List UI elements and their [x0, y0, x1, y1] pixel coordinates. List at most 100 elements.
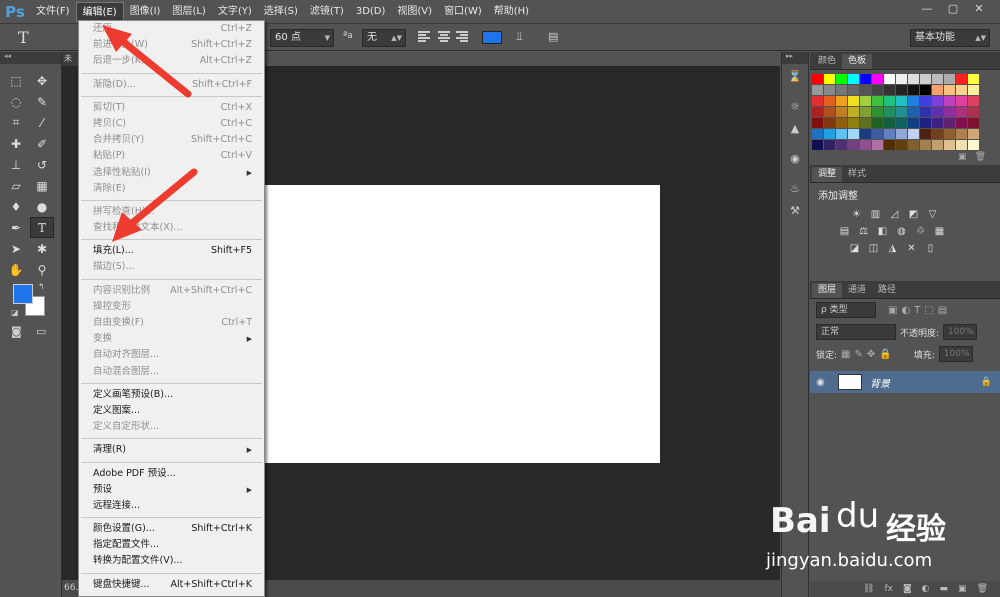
swatch[interactable]	[812, 118, 823, 128]
swatch[interactable]	[956, 140, 967, 150]
antialias-select[interactable]: 无 ▲▼	[362, 29, 406, 47]
maximize-icon[interactable]: ▢	[942, 0, 964, 16]
swatch[interactable]	[884, 140, 895, 150]
swatch[interactable]	[872, 129, 883, 139]
swatch[interactable]	[824, 96, 835, 106]
trash-icon[interactable]: 🗑	[975, 152, 986, 162]
swatch[interactable]	[872, 96, 883, 106]
selective-color-icon[interactable]: ✕	[905, 242, 918, 255]
new-swatch-icon[interactable]: ▣	[958, 152, 967, 162]
channel-mixer-icon[interactable]: ♲	[914, 225, 927, 238]
align-left-icon[interactable]	[418, 30, 432, 44]
filter-pixel-icon[interactable]: ▣	[888, 305, 897, 316]
swatch[interactable]	[872, 74, 883, 84]
swatch[interactable]	[896, 96, 907, 106]
black-white-icon[interactable]: ◧	[876, 225, 889, 238]
fill-input[interactable]: 100%	[938, 346, 973, 362]
swatch[interactable]	[908, 118, 919, 128]
healing-brush-icon[interactable]: ✚	[4, 133, 28, 154]
menu-1[interactable]: 编辑(E)	[75, 1, 124, 22]
tab-paths[interactable]: 路径	[872, 283, 902, 298]
edit-menu-item[interactable]: 拷贝(C) Ctrl+C	[79, 116, 264, 132]
swatch[interactable]	[860, 107, 871, 117]
lock-paint-icon[interactable]: ✎	[855, 349, 863, 360]
eyedropper-tool-icon[interactable]: ⁄	[30, 112, 54, 133]
edit-menu-item[interactable]: 选择性粘贴(I) ▶	[79, 165, 264, 181]
swatch[interactable]	[824, 129, 835, 139]
light-icon[interactable]: ☼	[783, 96, 807, 116]
swatch[interactable]	[848, 118, 859, 128]
move-tool-icon[interactable]: ✥	[30, 70, 54, 91]
edit-menu-item[interactable]: 变换 ▶	[79, 331, 264, 347]
canvas[interactable]	[265, 185, 660, 463]
close-icon[interactable]: ✕	[968, 0, 990, 16]
edit-menu-item[interactable]: 清除(E)	[79, 181, 264, 197]
swatch[interactable]	[956, 107, 967, 117]
path-select-icon[interactable]: ➤	[4, 238, 28, 259]
swatch[interactable]	[860, 74, 871, 84]
edit-menu-item[interactable]: 指定配置文件...	[79, 537, 264, 553]
edit-menu-item[interactable]: 还原 Ctrl+Z	[79, 21, 264, 37]
group-icon[interactable]: ▬	[940, 584, 949, 594]
menu-10[interactable]: 帮助(H)	[488, 2, 535, 22]
zoom-tool-icon[interactable]: ⚲	[30, 259, 54, 280]
swatch[interactable]	[956, 96, 967, 106]
swatch[interactable]	[872, 85, 883, 95]
tool-presets-icon[interactable]: ⚒	[783, 200, 807, 220]
invert-icon[interactable]: ◪	[848, 242, 861, 255]
edit-menu-item[interactable]: 拼写检查(H)...	[79, 204, 264, 220]
blur-tool-icon[interactable]: ♦	[4, 196, 28, 217]
swatch[interactable]	[836, 140, 847, 150]
info-icon[interactable]: ◉	[783, 148, 807, 168]
edit-menu-item[interactable]: Adobe PDF 预设...	[79, 466, 264, 482]
screen-mode-icon[interactable]: ▭	[36, 325, 46, 338]
edit-menu-item[interactable]: 清理(R) ▶	[79, 442, 264, 458]
hue-saturation-icon[interactable]: ▤	[838, 225, 851, 238]
swatch[interactable]	[956, 129, 967, 139]
font-size-select[interactable]: 60 点 ▼	[270, 29, 334, 47]
vibrance-icon[interactable]: ▽	[926, 208, 939, 221]
swatch[interactable]	[848, 140, 859, 150]
swatch[interactable]	[896, 85, 907, 95]
history-brush-icon[interactable]: ↺	[30, 154, 54, 175]
lock-all-icon[interactable]: 🔒	[879, 349, 891, 360]
workspace-select[interactable]: 基本功能 ▲▼	[910, 29, 990, 47]
swatch[interactable]	[896, 140, 907, 150]
edit-menu-item[interactable]: 定义自定形状...	[79, 419, 264, 435]
edit-menu-item[interactable]: 定义画笔预设(B)...	[79, 387, 264, 403]
swatch[interactable]	[812, 74, 823, 84]
swap-colors-icon[interactable]: ↰	[38, 282, 45, 291]
swatch[interactable]	[944, 74, 955, 84]
edit-menu-item[interactable]: 内容识别比例 Alt+Shift+Ctrl+C	[79, 283, 264, 299]
brush-presets-icon[interactable]: ♨	[783, 178, 807, 198]
menu-0[interactable]: 文件(F)	[30, 2, 76, 22]
edit-menu-item[interactable]: 远程连接...	[79, 498, 264, 514]
edit-menu-item[interactable]: 预设 ▶	[79, 482, 264, 498]
tab-swatches[interactable]: 色板	[842, 54, 873, 69]
swatch[interactable]	[824, 118, 835, 128]
swatch[interactable]	[836, 85, 847, 95]
swatch[interactable]	[836, 107, 847, 117]
swatch[interactable]	[956, 118, 967, 128]
tab-adjustments[interactable]: 调整	[812, 167, 843, 182]
edit-menu-item[interactable]: 操控变形	[79, 299, 264, 315]
menu-4[interactable]: 文字(Y)	[212, 2, 258, 22]
swatch[interactable]	[932, 96, 943, 106]
dodge-tool-icon[interactable]: ●	[30, 196, 54, 217]
trash-icon[interactable]: 🗑	[977, 584, 988, 594]
swatch[interactable]	[932, 74, 943, 84]
panel-collapse-icon[interactable]: ▸▸	[782, 52, 808, 64]
swatch[interactable]	[836, 118, 847, 128]
edit-menu-item[interactable]: 前进一步(W) Shift+Ctrl+Z	[79, 37, 264, 53]
swatch[interactable]	[812, 140, 823, 150]
swatch[interactable]	[860, 129, 871, 139]
filter-shape-icon[interactable]: ⬚	[924, 305, 933, 316]
layer-name[interactable]: 背景	[870, 375, 890, 390]
swatch[interactable]	[944, 96, 955, 106]
threshold-icon[interactable]: ◮	[886, 242, 899, 255]
swatch[interactable]	[896, 74, 907, 84]
type-tool-icon[interactable]: T	[18, 28, 29, 47]
menu-3[interactable]: 图层(L)	[166, 2, 211, 22]
edit-menu-item[interactable]: 填充(L)... Shift+F5	[79, 243, 264, 259]
posterize-icon[interactable]: ◫	[867, 242, 880, 255]
